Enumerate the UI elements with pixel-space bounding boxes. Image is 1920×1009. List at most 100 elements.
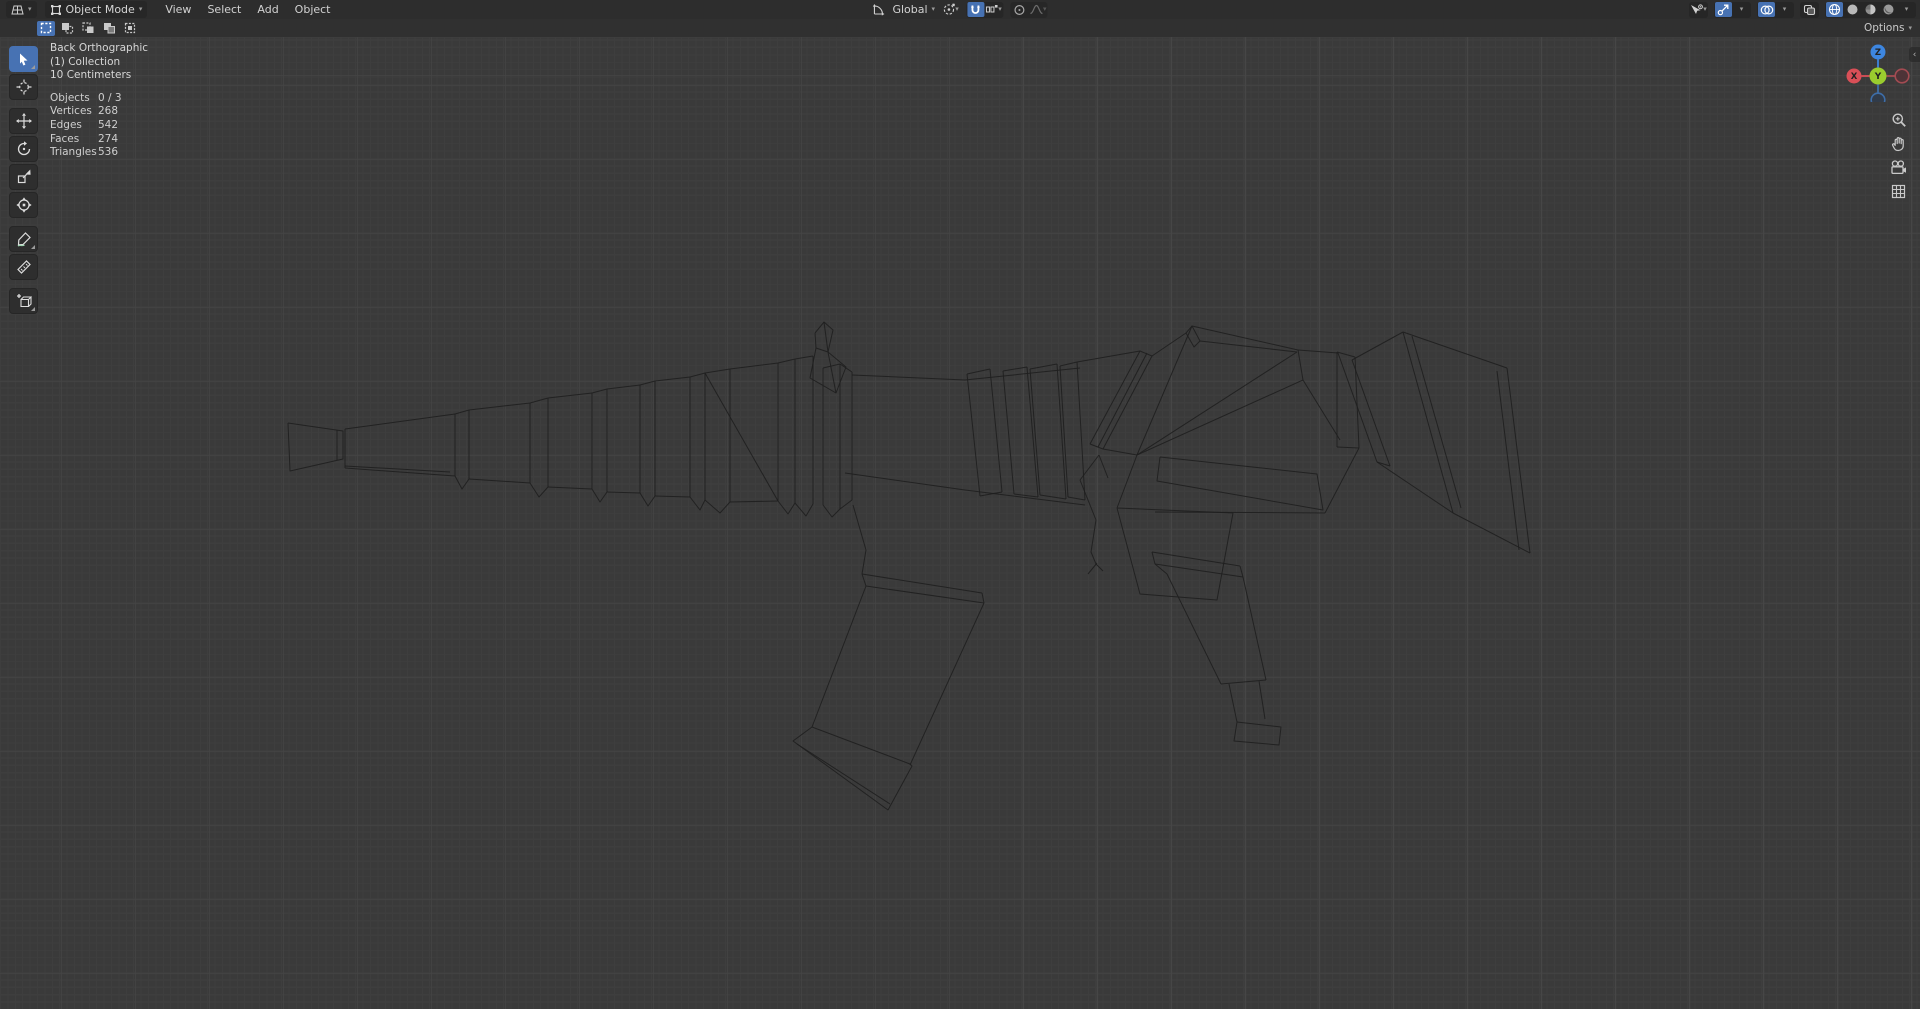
cursor-3d-icon [16, 79, 31, 95]
stat-row: Edges 542 [50, 118, 119, 131]
options-label: Options [1863, 22, 1905, 34]
svg-text:Z: Z [1875, 48, 1881, 58]
chevron-down-icon: ▾ [1904, 5, 1909, 13]
header-center-controls: Global ▾ ▾ ▾ ▾ [872, 0, 1048, 19]
rotate-icon [17, 141, 30, 156]
svg-text:Y: Y [1874, 72, 1882, 82]
navigation-gizmo[interactable]: Z X Y [1846, 38, 1910, 102]
object-type-visibility-icon [1691, 3, 1704, 14]
wireframe-model[interactable] [0, 37, 1920, 1009]
menu-select[interactable]: Select [207, 3, 241, 16]
camera-view-button[interactable] [1890, 159, 1907, 176]
add-cube-tool-button[interactable] [9, 288, 38, 314]
select-mode-intersect-button[interactable] [121, 21, 139, 36]
object-type-visibility-button[interactable]: ▾ [1690, 2, 1707, 17]
editor-type-button[interactable]: ▾ [6, 1, 37, 18]
chevron-down-icon: ▾ [1908, 23, 1912, 32]
editor-type-icon [11, 5, 24, 14]
xray-icon [1803, 4, 1816, 15]
gizmo-axis-z-negative[interactable] [1870, 92, 1886, 102]
view-label: Back Orthographic [50, 42, 149, 54]
chevron-down-icon: ▾ [1739, 5, 1744, 13]
zoom-button[interactable] [1890, 111, 1907, 128]
cursor-tool-button[interactable] [9, 74, 38, 100]
measure-tool-button[interactable] [9, 254, 38, 280]
select-mode-extend-button[interactable] [58, 21, 76, 36]
move-icon [15, 113, 32, 129]
annotate-tool-button[interactable] [9, 226, 38, 252]
sidebar-toggle[interactable]: ‹ [1909, 47, 1920, 62]
chevron-down-icon: ▾ [998, 5, 1002, 13]
xray-toggle-button[interactable] [1801, 2, 1818, 17]
transform-orientation-dropdown[interactable]: Global ▾ [892, 2, 935, 17]
transform-icon [15, 197, 32, 213]
scale-tool-button[interactable] [9, 164, 38, 190]
grid-icon [1891, 184, 1906, 199]
pan-button[interactable] [1890, 135, 1907, 152]
tool-settings-bar: Options ▾ [0, 19, 1920, 37]
gizmo-axis-x-negative[interactable] [1894, 68, 1910, 84]
gizmos-dropdown[interactable]: ▾ [1733, 2, 1750, 17]
header-right-controls: ▾ ▾ ▾ ▾ [1689, 0, 1916, 19]
transform-tool-button[interactable] [9, 192, 38, 218]
gizmos-toggle-button[interactable] [1715, 2, 1732, 17]
viewport-nav-buttons [1890, 111, 1907, 200]
pivot-point-dropdown[interactable]: ▾ [942, 2, 959, 17]
grid-scale-label: 10 Centimeters [50, 69, 132, 82]
blender-window: ▾ Object Mode ▾ View Select Add Object Glob… [0, 0, 1920, 1009]
perspective-grid-button[interactable] [1890, 183, 1907, 200]
viewport-3d[interactable]: Back Orthographic (1) Collection 10 Cent… [0, 37, 1920, 1009]
snap-toggle-button[interactable] [967, 2, 985, 17]
snap-target-dropdown[interactable]: ▾ [985, 2, 1002, 17]
falloff-dropdown[interactable]: ▾ [1029, 2, 1047, 17]
menu-add[interactable]: Add [257, 3, 278, 16]
chevron-down-icon: ▾ [28, 5, 32, 13]
shading-dropdown[interactable]: ▾ [1898, 2, 1915, 17]
select-box-tool-button[interactable] [9, 46, 38, 72]
menu-view[interactable]: View [165, 3, 191, 16]
move-tool-button[interactable] [9, 108, 38, 134]
hand-icon [1891, 136, 1904, 151]
shading-rendered-button[interactable] [1880, 2, 1897, 17]
overlays-dropdown[interactable]: ▾ [1776, 2, 1793, 17]
falloff-curve-icon [1029, 4, 1043, 15]
toolbar [9, 46, 38, 316]
shading-wireframe-button[interactable] [1826, 2, 1843, 17]
shading-wireframe-icon [1828, 3, 1841, 16]
shading-material-icon [1865, 4, 1876, 15]
chevron-down-icon: ▾ [1782, 5, 1787, 13]
gizmo-axis-y[interactable]: Y [1869, 67, 1887, 85]
gizmo-axis-z[interactable]: Z [1870, 44, 1886, 60]
gizmo-axis-x[interactable]: X [1846, 68, 1862, 84]
shading-solid-button[interactable] [1844, 2, 1861, 17]
zoom-icon [1892, 113, 1906, 127]
mode-label: Object Mode [65, 3, 135, 16]
select-mode-invert-button[interactable] [100, 21, 118, 36]
proportional-editing-button[interactable] [1011, 2, 1028, 17]
snap-magnet-icon [971, 5, 980, 14]
gizmos-icon [1717, 4, 1729, 16]
select-mode-set-button[interactable] [37, 20, 55, 36]
sidebar-toggle-arrow: ‹ [1912, 49, 1917, 60]
shading-material-button[interactable] [1862, 2, 1879, 17]
orientation-label: Global [892, 3, 928, 16]
select-mode-group [37, 20, 139, 36]
measure-icon [16, 260, 31, 274]
menu-object[interactable]: Object [295, 3, 331, 16]
select-mode-subtract-button[interactable] [79, 21, 97, 36]
object-mode-icon [50, 4, 61, 15]
annotate-icon [17, 232, 31, 247]
svg-text:X: X [1851, 72, 1858, 82]
rotate-tool-button[interactable] [9, 136, 38, 162]
pivot-point-icon [943, 3, 955, 15]
stat-row: Objects 0 / 3 [50, 91, 122, 104]
overlays-toggle-button[interactable] [1758, 2, 1775, 17]
add-cube-icon [16, 294, 32, 308]
options-dropdown[interactable]: Options ▾ [1864, 22, 1912, 34]
orientation-icon [872, 2, 885, 17]
scene-statistics: Objects 0 / 3 Vertices 268 Edges 542 Faces 274 T… [50, 92, 148, 160]
mode-select[interactable]: Object Mode ▾ [44, 1, 148, 18]
chevron-down-icon: ▾ [931, 5, 936, 13]
chevron-down-icon: ▾ [1703, 5, 1707, 13]
collection-label: (1) Collection [50, 55, 121, 68]
